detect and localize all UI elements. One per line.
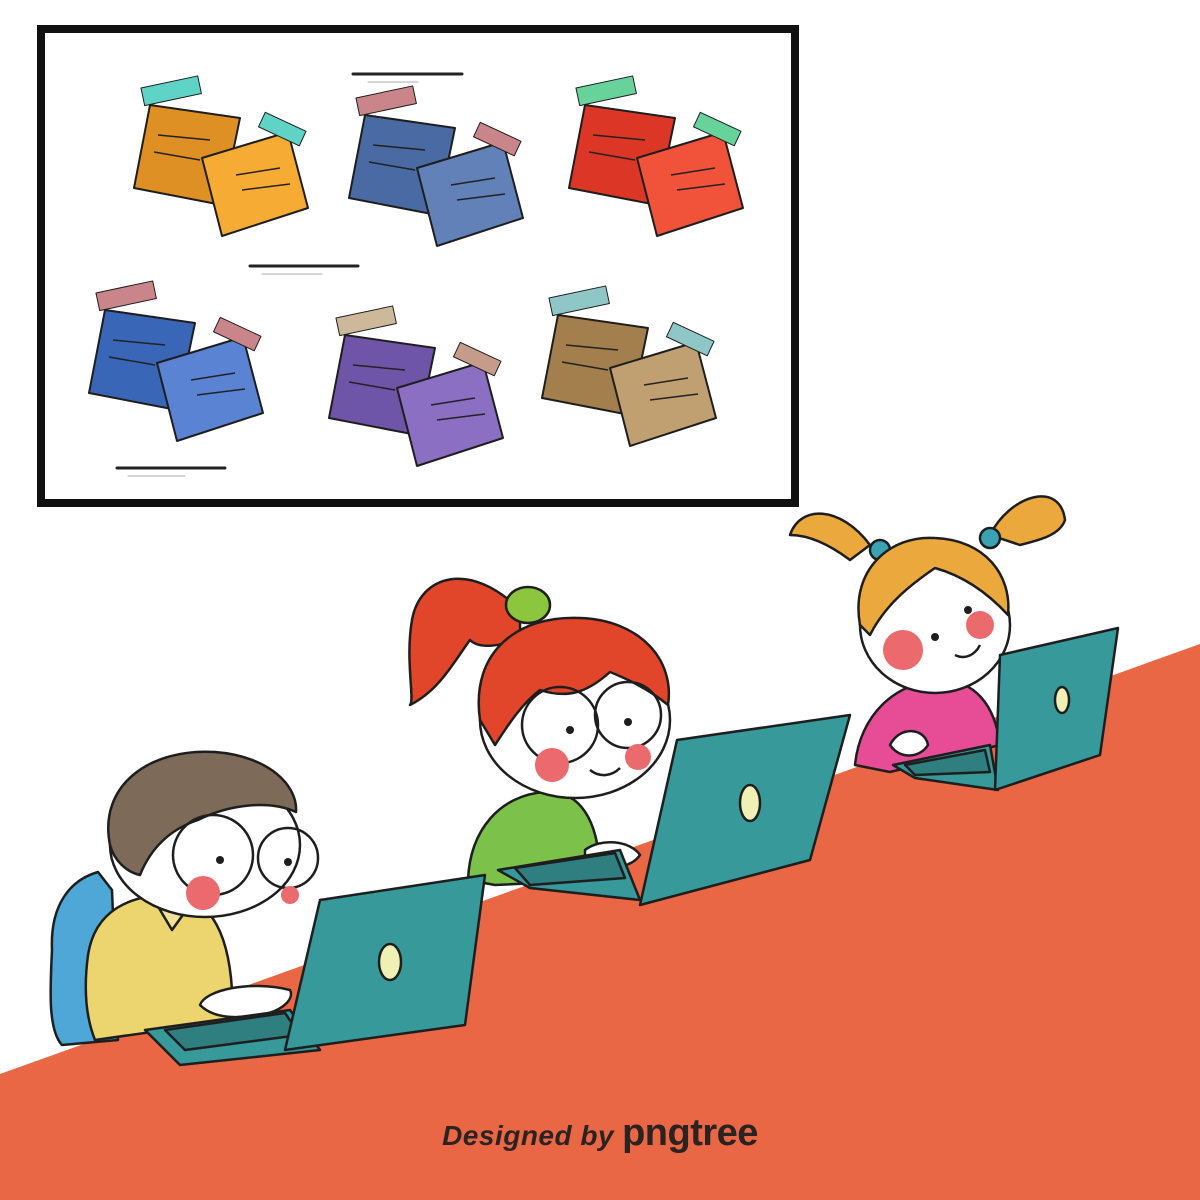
classroom-illustration	[0, 25, 1200, 1200]
red-haired-girl	[408, 577, 672, 887]
girl2-blush	[966, 611, 994, 639]
girl1-eye	[624, 718, 632, 726]
hair-tie	[504, 585, 552, 625]
laptop-logo	[738, 783, 762, 823]
girl2-eye	[931, 633, 939, 641]
girl1-eye	[566, 726, 574, 734]
girl2-eye	[964, 606, 972, 614]
girl1-blush	[535, 748, 569, 782]
boy-eye	[284, 858, 292, 866]
whiteboard	[37, 25, 799, 507]
watermark-credit: Designed by pngtree	[0, 1112, 1200, 1155]
boy-blush	[281, 886, 299, 904]
boy	[49, 750, 320, 1047]
laptop-logo	[1053, 685, 1071, 715]
pigtail-left	[788, 512, 872, 562]
pigtail-right	[988, 495, 1067, 547]
boy-blush	[186, 876, 220, 910]
boy-eye	[216, 856, 224, 864]
laptop-logo	[377, 942, 403, 982]
hair-tie	[978, 526, 1002, 550]
girl2-blush	[883, 630, 923, 670]
credit-prefix: Designed by	[442, 1120, 615, 1151]
girl1-blush	[625, 744, 651, 770]
brand-logo-text: pngtree	[622, 1112, 758, 1154]
